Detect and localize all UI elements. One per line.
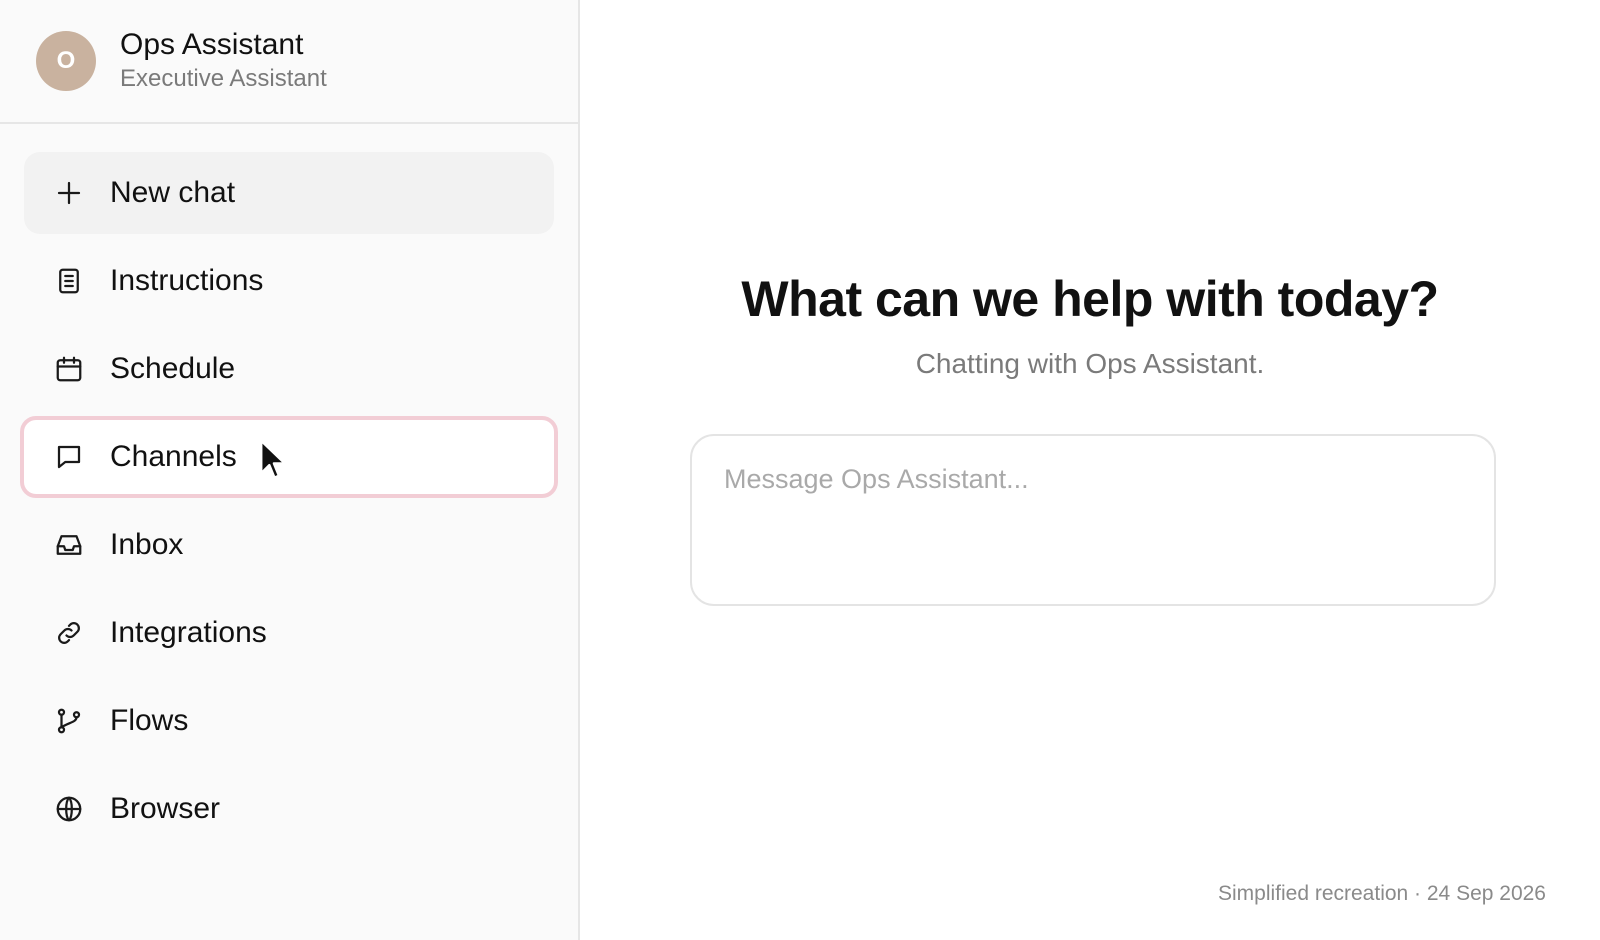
agent-name: Ops Assistant — [120, 28, 304, 61]
profile-text: Ops Assistant Executive Assistant — [120, 28, 327, 94]
chat-bubble-icon — [54, 442, 84, 472]
mouse-cursor-icon — [260, 439, 286, 479]
app-window: O Ops Assistant Executive Assistant New … — [0, 0, 1600, 940]
sidebar-item-label: New chat — [110, 176, 236, 209]
plus-icon — [54, 178, 84, 208]
main-panel: What can we help with today? Chatting wi… — [580, 0, 1600, 940]
message-input[interactable] — [724, 464, 1462, 576]
page-subtitle: Chatting with Ops Assistant. — [915, 348, 1265, 379]
sidebar-item-label: Instructions — [110, 264, 264, 297]
branch-icon — [54, 706, 84, 736]
sidebar: O Ops Assistant Executive Assistant New … — [0, 0, 580, 940]
agent-role: Executive Assistant — [120, 65, 327, 92]
sidebar-item-label: Schedule — [110, 352, 236, 385]
calendar-icon — [54, 354, 84, 384]
sidebar-item-instructions[interactable]: Instructions — [24, 240, 554, 322]
document-icon — [54, 266, 84, 296]
welcome-section: What can we help with today? Chatting wi… — [580, 270, 1600, 380]
sidebar-item-label: Integrations — [110, 616, 267, 649]
inbox-icon — [54, 530, 84, 560]
page-title: What can we help with today? — [741, 271, 1439, 327]
footer-note: Simplified recreation · 24 Sep 2026 — [1217, 882, 1546, 905]
sidebar-item-flows[interactable]: Flows — [24, 680, 554, 762]
sidebar-item-browser[interactable]: Browser — [24, 768, 554, 850]
link-icon — [54, 618, 84, 648]
globe-icon — [54, 794, 84, 824]
agent-profile: O Ops Assistant Executive Assistant — [0, 0, 578, 124]
sidebar-item-integrations[interactable]: Integrations — [24, 592, 554, 674]
sidebar-item-inbox[interactable]: Inbox — [24, 504, 554, 586]
sidebar-item-channels[interactable]: Channels — [20, 416, 558, 498]
sidebar-item-label: Inbox — [110, 528, 184, 561]
sidebar-item-label: Browser — [110, 792, 221, 825]
sidebar-item-schedule[interactable]: Schedule — [24, 328, 554, 410]
sidebar-item-label: Channels — [110, 440, 237, 473]
new-chat-button[interactable]: New chat — [24, 152, 554, 234]
message-composer[interactable] — [690, 434, 1496, 606]
avatar: O — [36, 31, 96, 91]
sidebar-item-label: Flows — [110, 704, 189, 737]
sidebar-nav: New chat Instructions Schedule Channels — [0, 124, 578, 850]
